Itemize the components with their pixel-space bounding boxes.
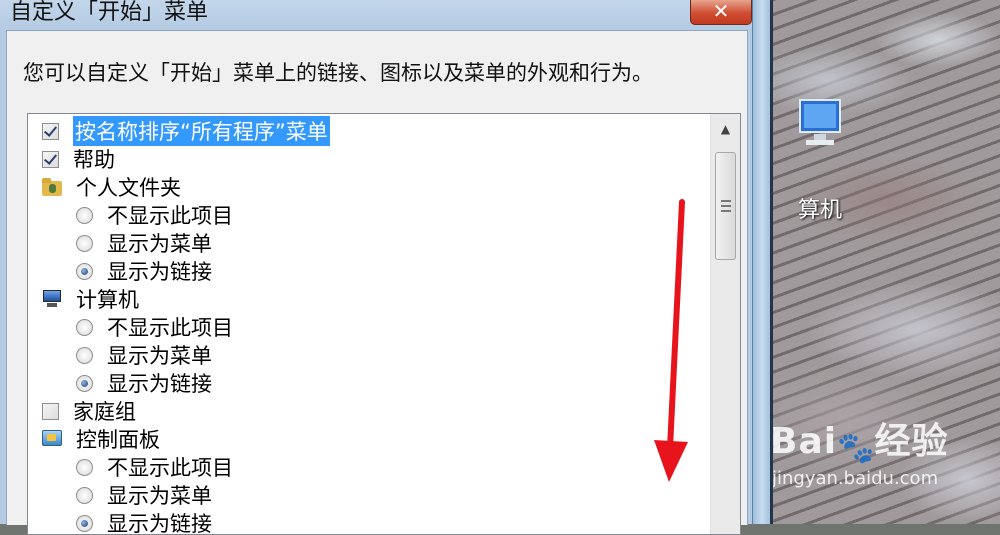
radio-button[interactable] [76, 486, 93, 504]
list-item[interactable]: 显示为菜单 [76, 229, 212, 257]
list-item[interactable]: 控制面板 [42, 425, 160, 453]
radio-button[interactable] [76, 374, 93, 392]
list-item[interactable]: 个人文件夹 [42, 173, 181, 201]
radio-button[interactable] [76, 318, 93, 336]
watermark-url: jingyan.baidu.com [772, 468, 939, 489]
checkbox[interactable] [42, 150, 59, 168]
paw-icon: 🐾 [837, 431, 875, 466]
list-item-label: 帮助 [73, 148, 115, 172]
thumb-grip-line [721, 210, 731, 212]
list-item-label: 不显示此项目 [107, 456, 233, 480]
list-item-label: 家庭组 [73, 400, 136, 424]
list-item-label: 显示为链接 [107, 260, 212, 284]
desktop-icon-label[interactable]: 算机 [798, 192, 842, 224]
radio-button[interactable] [76, 346, 93, 364]
list-item-label: 按名称排序“所有程序”菜单 [73, 116, 330, 146]
start-menu-options-list[interactable]: 按名称排序“所有程序”菜单 帮助 个人文件夹 不显示此项目 显示为菜单 显示为链接 计算机不… [27, 113, 741, 535]
list-item-label: 个人文件夹 [76, 176, 181, 200]
close-icon: ✕ [712, 0, 730, 23]
list-item-label: 显示为链接 [107, 512, 212, 535]
dialog-description: 您可以自定义「开始」菜单上的链接、图标以及菜单的外观和行为。 [23, 61, 653, 85]
list-item-label: 显示为菜单 [107, 232, 212, 256]
list-item[interactable]: 帮助 [42, 145, 115, 173]
list-item-label: 不显示此项目 [107, 316, 233, 340]
computer-icon[interactable] [796, 98, 842, 150]
close-button[interactable]: ✕ [690, 0, 752, 25]
list-item-label: 显示为菜单 [107, 484, 212, 508]
list-item-label: 不显示此项目 [107, 204, 233, 228]
checkbox[interactable] [42, 122, 59, 140]
list-item-label: 控制面板 [76, 428, 160, 452]
list-item[interactable]: 显示为菜单 [76, 481, 212, 509]
scroll-thumb[interactable] [715, 152, 736, 260]
list-item[interactable]: 显示为链接 [76, 509, 212, 535]
list-item-label: 计算机 [76, 288, 139, 312]
customize-start-menu-dialog: 自定义「开始」菜单 ✕ 您可以自定义「开始」菜单上的链接、图标以及菜单的外观和行… [0, 0, 752, 535]
control-panel-icon [42, 430, 62, 448]
red-arrow-annotation [654, 199, 688, 482]
window-frame-edge [770, 0, 773, 524]
computer-icon [42, 290, 62, 308]
list-item[interactable]: 显示为链接 [76, 369, 212, 397]
radio-button[interactable] [76, 234, 93, 252]
list-item[interactable]: 不显示此项目 [76, 201, 233, 229]
vertical-scrollbar[interactable]: ▲ [710, 114, 740, 534]
dialog-title: 自定义「开始」菜单 [10, 0, 209, 25]
list-item[interactable]: 家庭组 [42, 397, 136, 425]
radio-button[interactable] [76, 262, 93, 280]
list-item[interactable]: 按名称排序“所有程序”菜单 [42, 116, 330, 146]
list-item[interactable]: 显示为链接 [76, 257, 212, 285]
watermark-logo-text: Bai [770, 421, 838, 462]
baidu-watermark: Bai🐾经验 jingyan.baidu.com [770, 412, 948, 489]
list-item[interactable]: 计算机 [42, 285, 139, 313]
thumb-grip-line [721, 200, 731, 202]
scroll-up-arrow-icon[interactable]: ▲ [711, 114, 740, 144]
thumb-grip-line [721, 205, 731, 207]
list-item[interactable]: 显示为菜单 [76, 341, 212, 369]
title-bar[interactable]: 自定义「开始」菜单 ✕ [0, 0, 752, 26]
radio-button[interactable] [76, 514, 93, 532]
list-item-label: 显示为菜单 [107, 344, 212, 368]
list-item-label: 显示为链接 [107, 372, 212, 396]
list-item[interactable]: 不显示此项目 [76, 313, 233, 341]
watermark-logo-tail: 经验 [874, 421, 949, 462]
personal-folder-icon [42, 178, 62, 196]
window-frame-border [752, 0, 771, 524]
dialog-client-area: 您可以自定义「开始」菜单上的链接、图标以及菜单的外观和行为。 按名称排序“所有程… [6, 30, 748, 535]
radio-button[interactable] [76, 458, 93, 476]
radio-button[interactable] [76, 206, 93, 224]
list-item[interactable]: 不显示此项目 [76, 453, 233, 481]
checkbox[interactable] [42, 402, 59, 420]
